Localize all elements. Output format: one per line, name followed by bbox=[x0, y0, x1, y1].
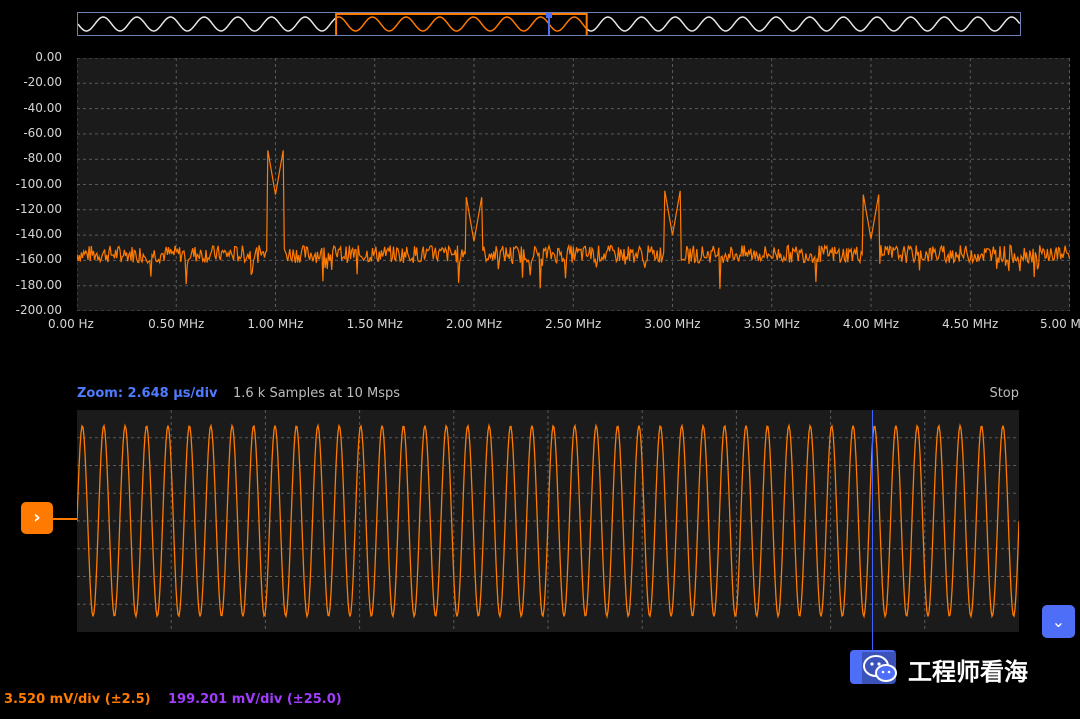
overview-cursor-handle bbox=[546, 13, 552, 18]
zoom-label: Zoom: 2.648 µs/div bbox=[77, 386, 218, 401]
x-tick-label: 4.50 MHz bbox=[942, 317, 999, 331]
y-tick-label: -180.00 bbox=[15, 277, 62, 292]
overview-strip[interactable] bbox=[77, 12, 1021, 36]
y-tick-label: -160.00 bbox=[15, 252, 62, 267]
channel-b-scale[interactable]: 199.201 mV/div (±25.0) bbox=[168, 692, 342, 707]
x-tick-label: 0.50 MHz bbox=[148, 317, 205, 331]
y-tick-label: -40.00 bbox=[23, 100, 62, 115]
y-tick-label: 0.00 bbox=[35, 50, 62, 64]
x-tick-label: 2.50 MHz bbox=[545, 317, 602, 331]
y-tick-label: -120.00 bbox=[15, 201, 62, 216]
time-cursor[interactable] bbox=[872, 410, 873, 657]
y-tick-label: -60.00 bbox=[23, 125, 62, 140]
channel-marker-line bbox=[53, 518, 77, 520]
x-tick-label: 3.00 MHz bbox=[644, 317, 701, 331]
x-tick-label: 1.00 MHz bbox=[247, 317, 304, 331]
chevron-down-icon[interactable]: ⌄ bbox=[1042, 605, 1075, 638]
chevron-right-icon[interactable]: › bbox=[21, 502, 53, 534]
watermark-text: 工程师看海 bbox=[908, 657, 1028, 686]
x-tick-label: 5.00 MHz bbox=[1040, 317, 1080, 331]
x-tick-label: 1.50 MHz bbox=[346, 317, 403, 331]
y-tick-label: -200.00 bbox=[15, 303, 62, 317]
overview-wave bbox=[586, 16, 1020, 32]
overview-wave bbox=[78, 16, 337, 32]
channel-a-scale[interactable]: 3.520 mV/div (±2.5) bbox=[4, 692, 151, 707]
waveform-view[interactable] bbox=[77, 410, 1019, 632]
sample-info: 1.6 k Samples at 10 Msps bbox=[233, 386, 401, 401]
acquisition-status[interactable]: Stop bbox=[989, 386, 1019, 401]
y-tick-label: -140.00 bbox=[15, 227, 62, 242]
x-tick-label: 4.00 MHz bbox=[842, 317, 900, 331]
wechat-icon bbox=[863, 655, 897, 682]
x-tick-label: 3.50 MHz bbox=[743, 317, 800, 331]
x-tick-label: 2.00 MHz bbox=[445, 317, 503, 331]
y-tick-label: -20.00 bbox=[23, 75, 62, 90]
y-tick-label: -100.00 bbox=[15, 176, 62, 191]
x-tick-label: 0.00 Hz bbox=[48, 317, 94, 331]
fft-chart bbox=[77, 58, 1070, 311]
watermark: 工程师看海 bbox=[862, 652, 1034, 686]
y-tick-label: -80.00 bbox=[23, 151, 62, 166]
